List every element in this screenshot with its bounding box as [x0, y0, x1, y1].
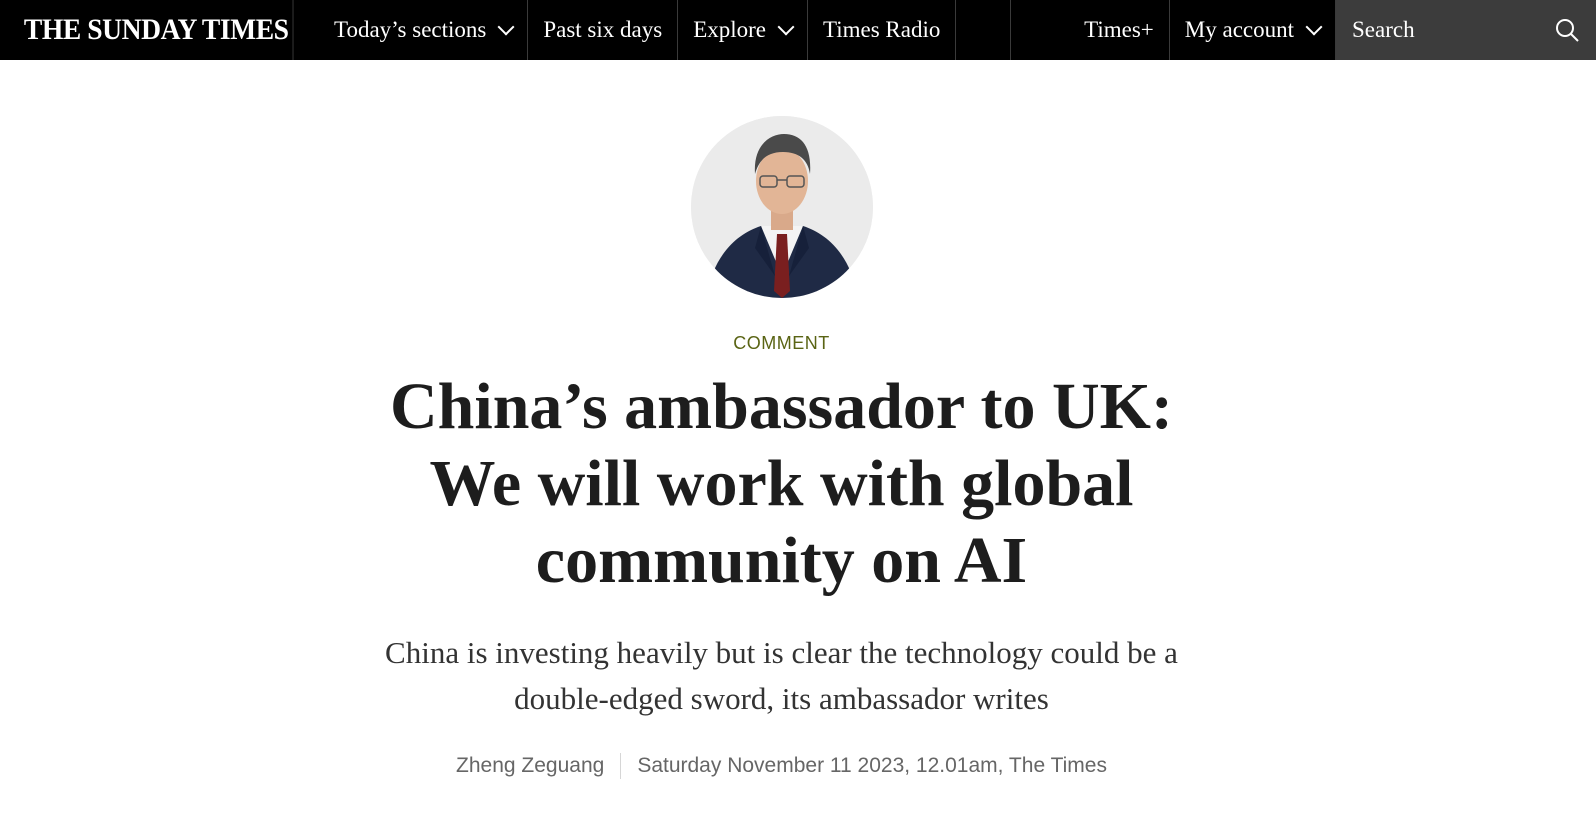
- nav-past-six-days-label: Past six days: [543, 17, 663, 42]
- nav-spacer: [956, 0, 1012, 60]
- nav-times-plus[interactable]: Times+: [1069, 0, 1170, 60]
- nav-todays-sections-label: Today’s sections: [334, 17, 487, 42]
- search-box[interactable]: Search: [1336, 0, 1596, 60]
- author-name[interactable]: Zheng Zeguang: [456, 754, 620, 778]
- search-label: Search: [1352, 17, 1415, 42]
- author-portrait-image: [691, 116, 873, 298]
- article-standfirst: China is investing heavily but is clear …: [385, 635, 1178, 716]
- search-icon[interactable]: [1554, 17, 1580, 43]
- nav-times-plus-label: Times+: [1084, 17, 1154, 42]
- publish-date: Saturday November 11 2023, 12.01am, The …: [637, 754, 1107, 777]
- top-navigation-bar: THE SUNDAY TIMES Today’s sections Past s…: [0, 0, 1596, 60]
- nav-explore[interactable]: Explore: [678, 0, 808, 60]
- chevron-down-icon: [497, 18, 515, 36]
- article-section-label[interactable]: COMMENT: [0, 333, 1563, 354]
- author-avatar: [691, 116, 873, 298]
- chevron-down-icon: [1305, 18, 1323, 36]
- site-logo[interactable]: THE SUNDAY TIMES: [0, 0, 294, 60]
- nav-my-account-label: My account: [1184, 17, 1294, 42]
- nav-todays-sections[interactable]: Today’s sections: [319, 0, 529, 60]
- nav-times-radio-label: Times Radio: [823, 17, 941, 42]
- nav-explore-label: Explore: [693, 17, 766, 42]
- article-headline: China’s ambassador to UK: We will work w…: [390, 370, 1173, 597]
- chevron-down-icon: [777, 18, 795, 36]
- nav-my-account[interactable]: My account: [1170, 0, 1336, 60]
- article-byline: Zheng Zeguang Saturday November 11 2023,…: [0, 753, 1563, 779]
- nav-times-radio[interactable]: Times Radio: [808, 0, 957, 60]
- nav-past-six-days[interactable]: Past six days: [528, 0, 679, 60]
